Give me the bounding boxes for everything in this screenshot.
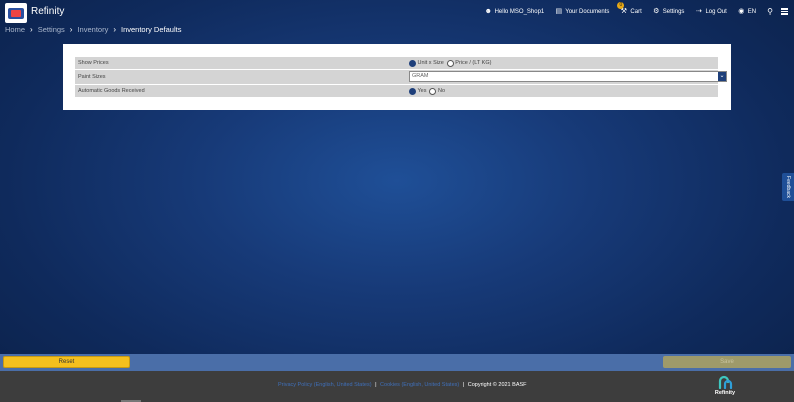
paint-sizes-value: GRAM [412, 73, 429, 79]
paint-sizes-select[interactable]: GRAM ⌄ [409, 71, 727, 82]
footer: Privacy Policy (English, United States) … [0, 371, 794, 402]
option-label: No [437, 88, 446, 94]
documents-link[interactable]: ▤ Your Documents [555, 8, 609, 15]
action-bar: Reset Save [0, 354, 794, 371]
top-header: Refinity ☻ Hello MSO_Shop1 ▤ Your Docume… [0, 0, 794, 24]
cart-label: Cart [630, 8, 642, 15]
logout-label: Log Out [705, 8, 727, 15]
chevron-right-icon: › [113, 25, 116, 34]
feedback-label: Feedback [785, 176, 791, 198]
feedback-tab[interactable]: Feedback [782, 173, 794, 201]
radio-selected[interactable] [409, 59, 416, 67]
option-label: Yes [417, 88, 427, 94]
goods-received-yes-option[interactable]: Yes [409, 87, 427, 95]
menu-icon[interactable] [781, 7, 788, 16]
save-button[interactable]: Save [663, 356, 791, 368]
divider: | [375, 382, 377, 388]
breadcrumb-current: Inventory Defaults [121, 25, 182, 34]
breadcrumb-home[interactable]: Home [5, 25, 25, 34]
user-menu[interactable]: ☻ Hello MSO_Shop1 [485, 8, 545, 15]
show-prices-options: Unit x Size Price / (LT KG) [409, 59, 494, 67]
automatic-goods-received-row: Automatic Goods Received Yes No [75, 85, 718, 97]
refinity-logo-icon [718, 375, 733, 389]
show-prices-row: Show Prices Unit x Size Price / (LT KG) [75, 57, 718, 69]
footer-brand-name: Refinity [714, 390, 736, 396]
show-prices-price-option[interactable]: Price / (LT KG) [446, 59, 492, 67]
breadcrumb-settings[interactable]: Settings [38, 25, 65, 34]
privacy-policy-link[interactable]: Privacy Policy (English, United States) [278, 382, 372, 388]
search-icon[interactable]: ⚲ [767, 7, 773, 16]
option-label: Unit x Size [417, 60, 444, 66]
language-label: EN [747, 8, 757, 15]
paint-sizes-row: Paint Sizes GRAM ⌄ [75, 70, 727, 84]
logo-mark [8, 7, 24, 19]
reset-button[interactable]: Reset [3, 356, 130, 368]
settings-label: Settings [662, 8, 685, 15]
cart-icon: ⚒ [620, 8, 628, 15]
settings-link[interactable]: ⚙ Settings [653, 8, 685, 15]
top-nav: ☻ Hello MSO_Shop1 ▤ Your Documents 0 ⚒ C… [485, 2, 794, 16]
folder-icon: ▤ [555, 8, 563, 15]
footer-links: Privacy Policy (English, United States) … [278, 382, 527, 388]
gear-icon: ⚙ [653, 8, 660, 15]
footer-brand-logo: Refinity [712, 375, 738, 396]
app-logo[interactable] [5, 3, 27, 23]
cookies-link[interactable]: Cookies (English, United States) [380, 382, 459, 388]
app-title: Refinity [31, 6, 65, 17]
option-label: Price / (LT KG) [455, 60, 492, 66]
paint-sizes-label: Paint Sizes [78, 74, 106, 80]
cart-link[interactable]: 0 ⚒ Cart [617, 2, 642, 15]
logout-icon: ⇢ [696, 8, 702, 15]
divider: | [462, 382, 465, 388]
breadcrumb-inventory[interactable]: Inventory [77, 25, 108, 34]
user-greeting: Hello MSO_Shop1 [494, 8, 545, 15]
copyright-text: Copyright © 2021 BASF [467, 382, 527, 388]
show-prices-label: Show Prices [78, 60, 109, 66]
chevron-down-icon[interactable]: ⌄ [718, 72, 726, 81]
goods-received-no-option[interactable]: No [429, 87, 446, 95]
documents-label: Your Documents [565, 8, 610, 15]
language-selector[interactable]: ◉ EN [738, 8, 756, 15]
logout-link[interactable]: ⇢ Log Out [695, 8, 727, 15]
chevron-right-icon: › [30, 25, 33, 34]
radio-unselected[interactable] [429, 87, 437, 95]
user-icon: ☻ [484, 8, 492, 15]
automatic-goods-received-options: Yes No [409, 87, 448, 95]
globe-icon: ◉ [738, 8, 745, 15]
automatic-goods-received-label: Automatic Goods Received [78, 88, 145, 94]
show-prices-unit-size-option[interactable]: Unit x Size [409, 59, 444, 67]
radio-unselected[interactable] [446, 59, 454, 67]
chevron-right-icon: › [69, 25, 73, 34]
radio-selected[interactable] [409, 87, 416, 95]
breadcrumb: Home › Settings › Inventory › Inventory … [5, 25, 181, 34]
inventory-defaults-panel: Show Prices Unit x Size Price / (LT KG) … [63, 44, 731, 110]
